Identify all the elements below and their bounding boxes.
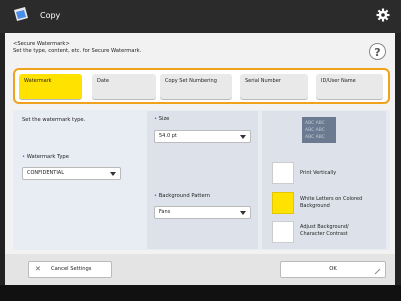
white-letters-label: White Letters on Colored Background: [300, 196, 363, 209]
tab-id-user-name[interactable]: ID/User Name: [316, 74, 383, 99]
size-label-text: Size: [158, 116, 170, 122]
chevron-down-icon: [110, 172, 116, 176]
tab-serial-number[interactable]: Serial Number: [240, 74, 308, 99]
watermark-type-label: • Watermark Type: [22, 154, 69, 160]
watermark-type-label-text: Watermark Type: [26, 154, 69, 160]
background-pattern-label-text: Background Pattern: [158, 193, 210, 199]
background-pattern-dropdown[interactable]: Fans: [154, 206, 251, 219]
cancel-settings-button[interactable]: ✕ Cancel Settings: [28, 261, 112, 278]
background-pattern-value: Fans: [159, 209, 171, 215]
ok-label: OK: [329, 266, 337, 272]
print-vertically-label: Print Vertically: [300, 170, 337, 176]
adjust-contrast-checkbox[interactable]: [272, 221, 294, 243]
watermark-type-dropdown[interactable]: CONFIDENTIAL: [22, 167, 121, 180]
chevron-down-icon: [240, 135, 246, 139]
enter-corner-icon: [374, 268, 381, 275]
app-title: Copy: [40, 11, 61, 20]
preview-text-3: ABC ABC: [305, 134, 325, 140]
tab-label: Watermark: [24, 78, 52, 84]
help-button[interactable]: ?: [369, 43, 386, 60]
tab-label: ID/User Name: [321, 78, 356, 84]
tab-watermark[interactable]: Watermark: [19, 74, 82, 99]
size-dropdown[interactable]: 54.0 pt: [154, 130, 251, 143]
print-vertically-checkbox[interactable]: [272, 162, 294, 184]
close-icon: ✕: [35, 265, 41, 273]
instruction-text: Set the watermark type.: [22, 117, 86, 123]
ok-button[interactable]: OK: [280, 261, 386, 278]
title-bar: Copy: [0, 0, 401, 33]
watermark-preview-icon: ABC ABC ABC ABC ABC ABC: [302, 117, 336, 143]
watermark-type-value: CONFIDENTIAL: [27, 170, 65, 176]
background-pattern-label: • Background Pattern: [154, 193, 210, 199]
tab-date[interactable]: Date: [92, 74, 156, 99]
bottom-bar: [0, 285, 401, 301]
tab-label: Serial Number: [245, 78, 281, 84]
chevron-down-icon: [240, 211, 246, 215]
tab-label: Copy Set Numbering: [165, 78, 217, 84]
preview-text-1: ABC ABC: [305, 120, 325, 126]
tab-copy-set-numbering[interactable]: Copy Set Numbering: [160, 74, 232, 99]
tab-label: Date: [97, 78, 109, 84]
gear-icon[interactable]: [376, 8, 390, 22]
screen-description: Set the type, content, etc. for Secure W…: [13, 47, 142, 54]
preview-text-2: ABC ABC: [305, 127, 325, 133]
size-value: 54.0 pt: [159, 133, 177, 139]
cancel-settings-label: Cancel Settings: [51, 266, 92, 272]
copy-app-icon: [14, 7, 28, 21]
adjust-contrast-label: Adjust Background/ Character Contrast: [300, 224, 349, 237]
screen-header: <Secure Watermark> Set the type, content…: [13, 41, 141, 54]
size-label: • Size: [154, 116, 169, 122]
white-letters-checkbox[interactable]: [272, 192, 294, 214]
